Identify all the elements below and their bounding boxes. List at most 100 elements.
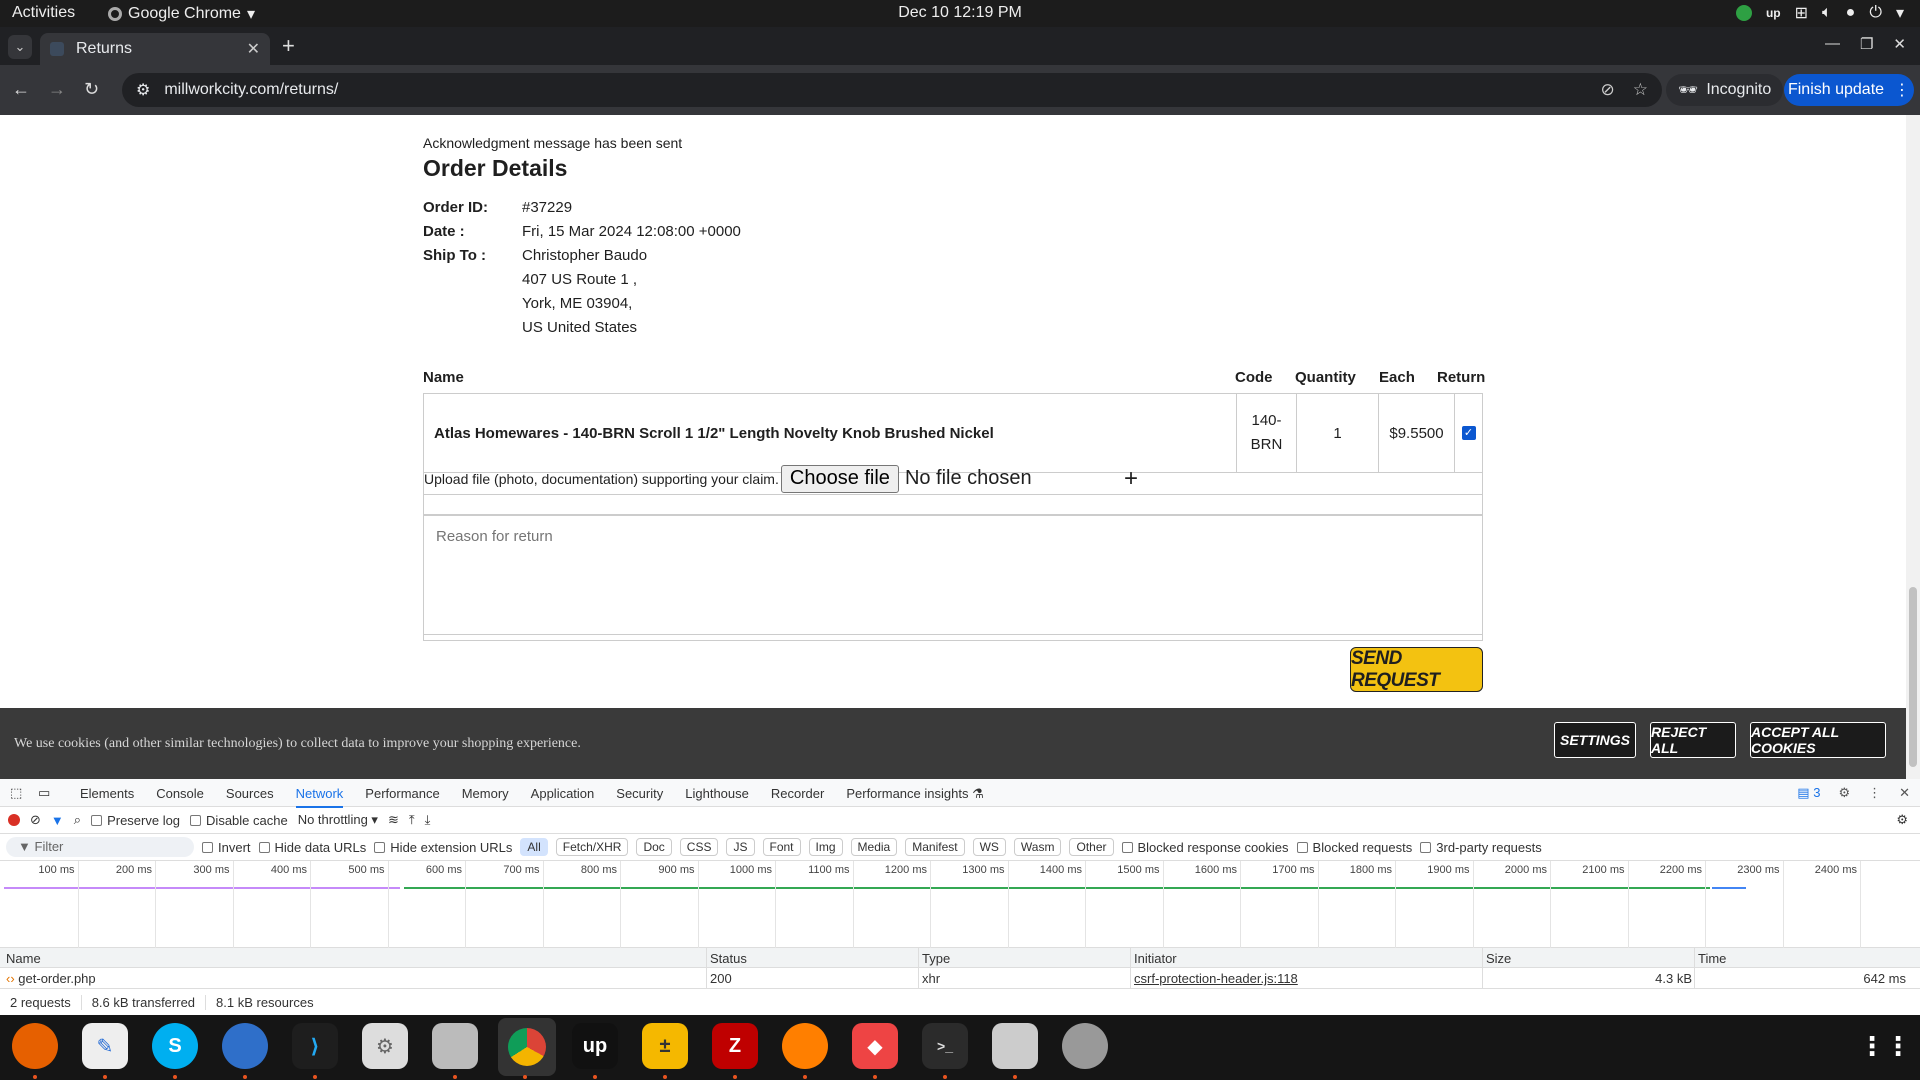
hide-extension-urls-checkbox[interactable]: Hide extension URLs xyxy=(374,840,512,855)
settings-gear-icon[interactable]: ⚙ xyxy=(1838,785,1850,801)
tab-network[interactable]: Network xyxy=(295,786,344,808)
new-tab-button[interactable]: + xyxy=(282,33,295,59)
col-size[interactable]: Size xyxy=(1486,951,1511,966)
chip-font[interactable]: Font xyxy=(762,838,801,856)
finish-update-button[interactable]: Finish update ⋮ xyxy=(1784,74,1914,106)
tab-performance-insights[interactable]: Performance insights ⚗ xyxy=(846,786,983,808)
tab-security[interactable]: Security xyxy=(616,786,663,808)
third-party-checkbox[interactable]: 3rd-party requests xyxy=(1420,840,1542,855)
settings-gear-icon[interactable]: ⚙ xyxy=(362,1023,408,1069)
reload-icon[interactable]: ↻ xyxy=(84,79,99,100)
tab-returns[interactable]: Returns ✕ xyxy=(40,33,270,65)
table-row[interactable]: ‹› get-order.php 200 xhr csrf-protection… xyxy=(0,968,1920,988)
search-icon[interactable]: ⌕ xyxy=(74,812,81,828)
clock[interactable]: Dec 10 12:19 PM xyxy=(0,4,1920,22)
back-icon[interactable]: ← xyxy=(12,79,30,100)
throttling-select[interactable]: No throttling ▾ xyxy=(298,812,378,828)
tab-sources[interactable]: Sources xyxy=(226,786,274,808)
col-status[interactable]: Status xyxy=(710,951,747,966)
terminal-icon[interactable]: >_ xyxy=(922,1023,968,1069)
chip-js[interactable]: JS xyxy=(726,838,755,856)
chip-img[interactable]: Img xyxy=(808,838,843,856)
more-options-icon[interactable]: ⋮ xyxy=(1868,785,1881,801)
disable-cache-checkbox[interactable]: Disable cache xyxy=(190,813,288,828)
cookie-settings-button[interactable]: SETTINGS xyxy=(1554,722,1636,758)
thunderbird-icon[interactable] xyxy=(222,1023,268,1069)
chip-wasm[interactable]: Wasm xyxy=(1013,838,1062,856)
device-toolbar-icon[interactable]: ▭ xyxy=(38,785,50,801)
bookmark-star-icon[interactable]: ☆ xyxy=(1633,80,1648,100)
preserve-log-checkbox[interactable]: Preserve log xyxy=(91,813,180,828)
forward-icon[interactable]: → xyxy=(48,79,66,100)
chip-other[interactable]: Other xyxy=(1069,838,1114,856)
restore-icon[interactable]: ❐ xyxy=(1860,35,1873,53)
chip-manifest[interactable]: Manifest xyxy=(905,838,965,856)
col-time[interactable]: Time xyxy=(1698,951,1726,966)
blocked-requests-checkbox[interactable]: Blocked requests xyxy=(1296,840,1412,855)
close-window-icon[interactable]: ✕ xyxy=(1893,35,1906,53)
filter-icon[interactable]: ▼ xyxy=(51,813,64,828)
upload-icon[interactable]: ⤒ xyxy=(409,812,415,828)
wifi-icon[interactable]: ≋ xyxy=(388,812,399,828)
tab-application[interactable]: Application xyxy=(531,786,595,808)
col-initiator[interactable]: Initiator xyxy=(1134,951,1177,966)
files-icon[interactable] xyxy=(432,1023,478,1069)
system-tray[interactable]: up ⊞ 🔈︎ ● ⏻ ▾ xyxy=(1735,3,1904,23)
anydesk-icon[interactable]: ◆ xyxy=(852,1023,898,1069)
request-initiator-link[interactable]: csrf-protection-header.js:118 xyxy=(1134,971,1298,986)
reason-textarea[interactable] xyxy=(423,515,1483,635)
upwork-icon[interactable]: up xyxy=(572,1023,618,1069)
chip-ws[interactable]: WS xyxy=(972,838,1006,856)
tab-lighthouse[interactable]: Lighthouse xyxy=(685,786,749,808)
network-settings-icon[interactable]: ⚙ xyxy=(1896,812,1908,828)
vscode-icon[interactable]: ⟩ xyxy=(292,1023,338,1069)
chip-all[interactable]: All xyxy=(520,838,548,856)
filezilla-icon[interactable]: Z xyxy=(712,1023,758,1069)
close-devtools-icon[interactable]: ✕ xyxy=(1899,785,1910,801)
close-tab-icon[interactable]: ✕ xyxy=(247,39,260,59)
hide-data-urls-checkbox[interactable]: Hide data URLs xyxy=(258,840,366,855)
incognito-indicator[interactable]: 🕶︎ Incognito xyxy=(1666,74,1784,106)
return-checkbox[interactable]: ✓ xyxy=(1461,426,1476,440)
tab-search-button[interactable]: ⌄ xyxy=(8,35,32,59)
inspect-element-icon[interactable]: ⬚ xyxy=(10,785,22,801)
tab-memory[interactable]: Memory xyxy=(462,786,509,808)
minimize-icon[interactable]: — xyxy=(1825,35,1840,53)
archive-manager-icon[interactable] xyxy=(992,1023,1038,1069)
skype-icon[interactable]: S xyxy=(152,1023,198,1069)
col-name[interactable]: Name xyxy=(6,951,41,966)
app-menu[interactable]: Google Chrome ▾ xyxy=(108,4,255,24)
choose-file-button[interactable]: Choose file xyxy=(780,464,899,493)
network-timeline[interactable]: 100 ms 200 ms 300 ms 400 ms 500 ms 600 ms 700 … xyxy=(0,861,1920,948)
flame-app-icon[interactable] xyxy=(782,1023,828,1069)
eye-off-icon[interactable]: ⊘ xyxy=(1601,80,1615,100)
app-grid-icon[interactable]: ⋮⋮ xyxy=(1859,1023,1911,1069)
tab-performance[interactable]: Performance xyxy=(365,786,439,808)
tab-recorder[interactable]: Recorder xyxy=(771,786,824,808)
col-type[interactable]: Type xyxy=(922,951,950,966)
send-request-button[interactable]: SEND REQUEST xyxy=(1350,647,1483,692)
add-file-icon[interactable]: + xyxy=(1124,465,1138,493)
chip-fetch-xhr[interactable]: Fetch/XHR xyxy=(555,838,629,856)
text-editor-icon[interactable]: ✎ xyxy=(82,1023,128,1069)
page-scrollbar[interactable] xyxy=(1906,115,1920,779)
request-name[interactable]: ‹› get-order.php xyxy=(6,971,96,986)
tab-elements[interactable]: Elements xyxy=(80,786,134,808)
calculator-icon[interactable]: ± xyxy=(642,1023,688,1069)
blocked-response-cookies-checkbox[interactable]: Blocked response cookies xyxy=(1121,840,1289,855)
invert-checkbox[interactable]: Invert xyxy=(202,840,251,855)
address-bar[interactable]: ⚙ millworkcity.com/returns/ ⊘ ☆ xyxy=(122,73,1662,107)
activities-button[interactable]: Activities xyxy=(12,4,75,22)
record-icon[interactable] xyxy=(8,814,20,826)
disk-usage-icon[interactable] xyxy=(1062,1023,1108,1069)
scrollbar-thumb[interactable] xyxy=(1909,587,1917,767)
tab-console[interactable]: Console xyxy=(156,786,204,808)
site-info-icon[interactable]: ⚙ xyxy=(136,80,150,100)
clear-icon[interactable]: ⊘ xyxy=(30,812,41,828)
chip-css[interactable]: CSS xyxy=(679,838,719,856)
chip-media[interactable]: Media xyxy=(850,838,898,856)
reject-all-button[interactable]: REJECT ALL xyxy=(1650,722,1736,758)
chrome-icon[interactable] xyxy=(498,1018,556,1076)
chip-doc[interactable]: Doc xyxy=(636,838,672,856)
accept-all-cookies-button[interactable]: ACCEPT ALL COOKIES xyxy=(1750,722,1886,758)
